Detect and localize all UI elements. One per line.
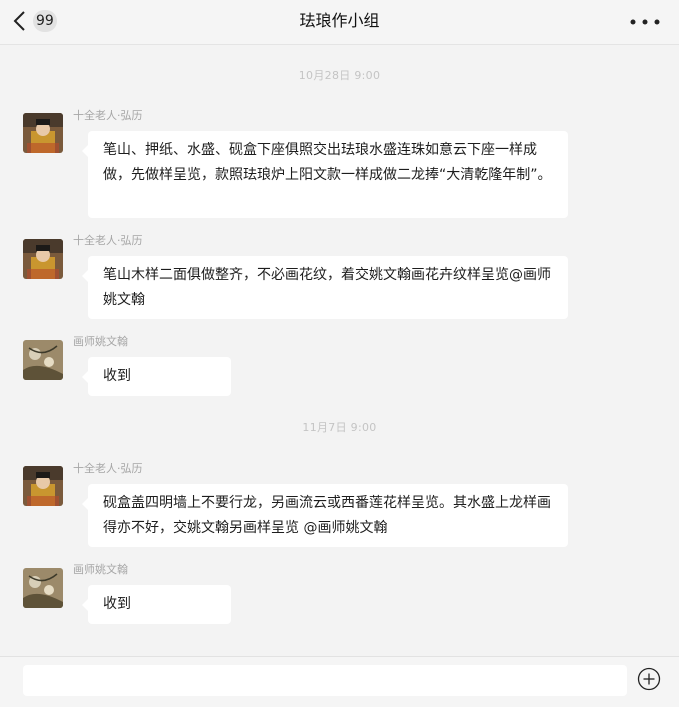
- sender-name: 十全老人·弘历: [73, 109, 143, 122]
- avatar-emperor[interactable]: [23, 239, 63, 279]
- sender-name: 画师姚文翰: [73, 563, 128, 576]
- unread-badge: 99: [33, 10, 57, 32]
- message-bubble[interactable]: 笔山木样二面俱做整齐，不必画花纹，着交姚文翰画花卉纹样呈览@画师姚文翰: [82, 256, 568, 319]
- avatar-emperor[interactable]: [23, 113, 63, 153]
- avatar-painting[interactable]: [23, 340, 63, 380]
- chat-title: 珐琅作小组: [299, 11, 380, 30]
- chevron-left-icon[interactable]: [10, 10, 32, 32]
- avatar-painting[interactable]: [23, 568, 63, 608]
- message-bubble[interactable]: 收到: [82, 357, 231, 396]
- message-bubble[interactable]: 收到: [82, 585, 231, 624]
- avatar-emperor[interactable]: [23, 466, 63, 506]
- timestamp: 10月28日 9:00: [298, 69, 381, 82]
- sender-name: 十全老人·弘历: [73, 462, 143, 475]
- sender-name: 画师姚文翰: [73, 335, 128, 348]
- message-bubble[interactable]: 砚盒盖四明墙上不要行龙，另画流云或西番莲花样呈览。其水盛上龙样画得亦不好，交姚文…: [82, 484, 568, 547]
- input-bar: [0, 656, 679, 707]
- message-input[interactable]: [23, 665, 627, 696]
- sender-name: 十全老人·弘历: [73, 234, 143, 247]
- timestamp: 11月7日 9:00: [302, 421, 377, 434]
- more-dots-icon[interactable]: [629, 12, 663, 32]
- chat-header: 99 珐琅作小组: [0, 0, 679, 45]
- unread-count: 99: [33, 10, 57, 32]
- plus-circle-icon[interactable]: [637, 667, 661, 691]
- message-bubble[interactable]: 笔山、押纸、水盛、砚盒下座俱照交出珐琅水盛连珠如意云下座一样成做，先做样呈览，款…: [82, 131, 568, 218]
